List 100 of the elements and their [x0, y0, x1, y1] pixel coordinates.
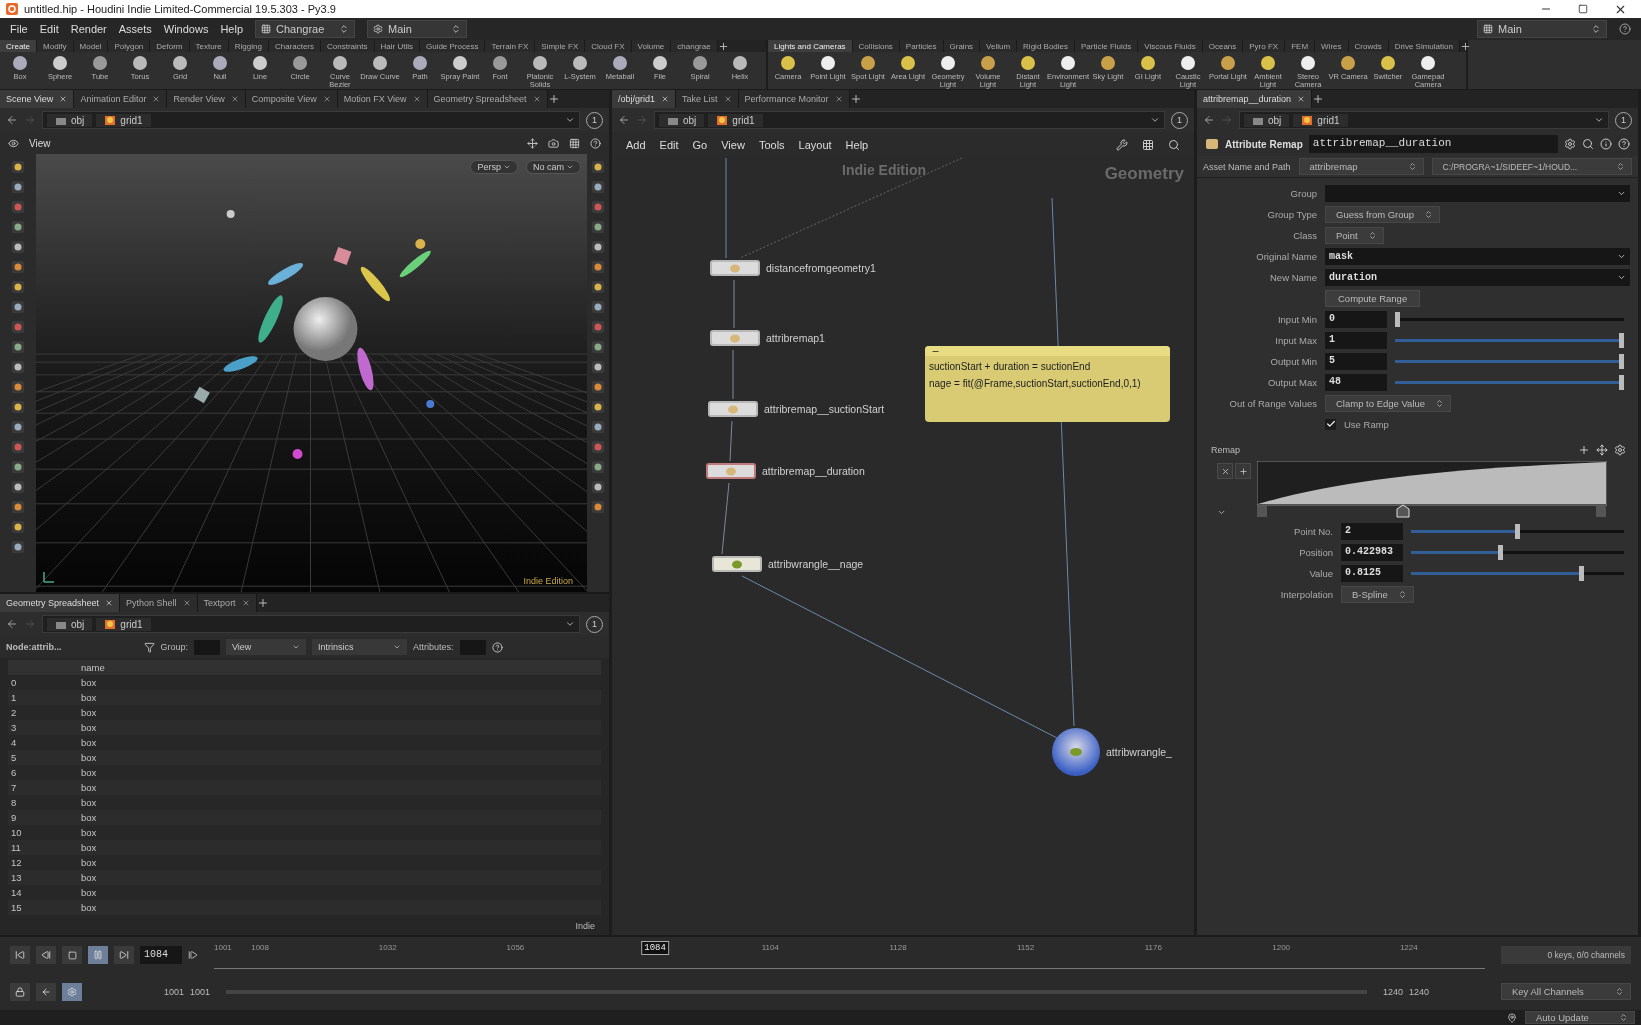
node-name-field[interactable]: attribremap__duration	[1308, 135, 1558, 153]
shelf-tab[interactable]: FEM	[1285, 40, 1316, 52]
shelf-tab[interactable]: Drive Simulation	[1388, 40, 1460, 52]
text-field[interactable]: mask	[1325, 247, 1630, 265]
number-field[interactable]: 0	[1325, 310, 1387, 328]
pane-tab[interactable]: Scene View	[0, 90, 75, 108]
close-icon[interactable]	[105, 599, 114, 607]
tool-icon[interactable]	[11, 540, 25, 554]
tool-icon[interactable]	[591, 400, 605, 414]
back-button[interactable]	[6, 618, 18, 630]
maximize-button[interactable]	[1578, 4, 1588, 14]
info-icon[interactable]	[1600, 138, 1612, 150]
back-button[interactable]	[6, 114, 18, 126]
path-segment[interactable]: grid1	[96, 617, 151, 631]
pane-tab[interactable]: Textport	[197, 594, 257, 612]
dropdown-icon[interactable]	[565, 115, 575, 125]
tool-icon[interactable]	[11, 440, 25, 454]
shelf-tab[interactable]: Polygon	[108, 40, 151, 52]
tool-icon[interactable]	[591, 420, 605, 434]
tool-icon[interactable]	[591, 340, 605, 354]
pin-icon[interactable]	[1507, 1012, 1517, 1023]
settings-icon[interactable]	[1564, 138, 1576, 150]
close-icon[interactable]	[241, 599, 250, 607]
menu-item[interactable]: Layout	[798, 139, 832, 151]
path-segment[interactable]: grid1	[1293, 113, 1348, 127]
pane-tab[interactable]: attribremap__duration	[1197, 90, 1313, 108]
shelf-tab[interactable]: Texture	[189, 40, 229, 52]
tool-icon[interactable]	[591, 300, 605, 314]
column-header[interactable]: name	[78, 660, 146, 675]
menu-item[interactable]: Help	[220, 23, 244, 35]
text-field[interactable]: duration	[1325, 268, 1630, 286]
shelf-tab[interactable]: Constraints	[321, 40, 375, 52]
slider[interactable]	[1411, 565, 1624, 581]
close-icon[interactable]	[723, 95, 732, 103]
dropdown-icon[interactable]	[1150, 115, 1160, 125]
slider-handle[interactable]	[1619, 353, 1624, 369]
shelf-tab[interactable]: Wires	[1315, 40, 1349, 52]
grid-icon[interactable]	[1142, 139, 1154, 151]
shelf-tab[interactable]: Characters	[268, 40, 322, 52]
path-segment[interactable]: obj	[1244, 113, 1290, 127]
tool-icon[interactable]	[591, 200, 605, 214]
close-icon[interactable]	[412, 95, 421, 103]
help-icon[interactable]	[590, 137, 601, 149]
dropdown-icon[interactable]	[1594, 115, 1604, 125]
tool-icon[interactable]	[11, 380, 25, 394]
context-selector[interactable]: Main	[1477, 20, 1607, 38]
tool-icon[interactable]	[11, 400, 25, 414]
shelf-tab[interactable]: Hair Utils	[374, 40, 420, 52]
help-icon[interactable]	[491, 641, 503, 653]
filter-icon[interactable]	[143, 641, 155, 653]
path-field[interactable]: obj grid1	[654, 111, 1165, 129]
shelf-tab[interactable]: Oceans	[1202, 40, 1244, 52]
path-segment[interactable]: grid1	[708, 113, 763, 127]
sticky-note[interactable]: suctionStart + duration = suctionEnd nage = fit(@Frame,suctionStart,suctionEnd,0,1)	[925, 346, 1170, 422]
menu-item[interactable]: Edit	[39, 23, 59, 35]
pane-tab[interactable]: Geometry Spreadsheet	[0, 594, 121, 612]
node[interactable]	[710, 260, 760, 276]
tool-icon[interactable]	[11, 240, 25, 254]
slider-handle[interactable]	[1619, 374, 1624, 390]
add-tab-button[interactable]	[717, 40, 729, 52]
slider[interactable]	[1395, 374, 1624, 390]
camera-icon[interactable]	[548, 137, 559, 149]
tool-icon[interactable]	[591, 480, 605, 494]
asset-menu[interactable]: attribremap	[1298, 158, 1424, 175]
close-icon[interactable]	[230, 95, 239, 103]
number-field[interactable]: 48	[1325, 373, 1387, 391]
tool-icon[interactable]	[591, 280, 605, 294]
number-field[interactable]: 5	[1325, 352, 1387, 370]
slider[interactable]	[1395, 353, 1624, 369]
search-icon[interactable]	[1168, 139, 1180, 151]
tool-icon[interactable]	[11, 300, 25, 314]
node[interactable]	[710, 330, 760, 346]
close-icon[interactable]	[1297, 95, 1306, 103]
pane-tab[interactable]: Python Shell	[120, 594, 198, 612]
menu-item[interactable]: Edit	[659, 139, 679, 151]
node[interactable]	[1052, 728, 1100, 776]
close-icon[interactable]	[532, 95, 541, 103]
shelf-tab[interactable]: Volume	[631, 40, 672, 52]
first-frame-button[interactable]	[10, 946, 30, 965]
shelf-tab[interactable]: Collisions	[852, 40, 900, 52]
shelf-tab[interactable]: Grains	[943, 40, 981, 52]
settings-icon[interactable]	[1614, 444, 1626, 456]
help-icon[interactable]	[1618, 138, 1630, 150]
back-button[interactable]	[1203, 114, 1215, 126]
dropdown-menu[interactable]: Guess from Group	[1325, 205, 1441, 223]
frame-field[interactable]: 1084	[140, 946, 182, 965]
slider-handle[interactable]	[1395, 311, 1400, 327]
pause-button[interactable]	[88, 946, 108, 965]
menu-item[interactable]: Go	[692, 139, 708, 151]
shelf-tab[interactable]: Lights and Cameras	[768, 40, 853, 52]
pane-tab[interactable]: Render View	[167, 90, 246, 108]
path-segment[interactable]: obj	[47, 617, 93, 631]
slider-handle[interactable]	[1498, 544, 1504, 560]
shelf-tab[interactable]: Create	[0, 40, 37, 52]
number-field[interactable]: 1	[1325, 331, 1387, 349]
back-button[interactable]	[618, 114, 630, 126]
stop-button[interactable]	[62, 946, 82, 965]
step-back-button[interactable]	[36, 946, 56, 965]
dropdown-menu[interactable]: B-Spline	[1341, 585, 1414, 603]
text-field[interactable]	[1325, 184, 1630, 202]
